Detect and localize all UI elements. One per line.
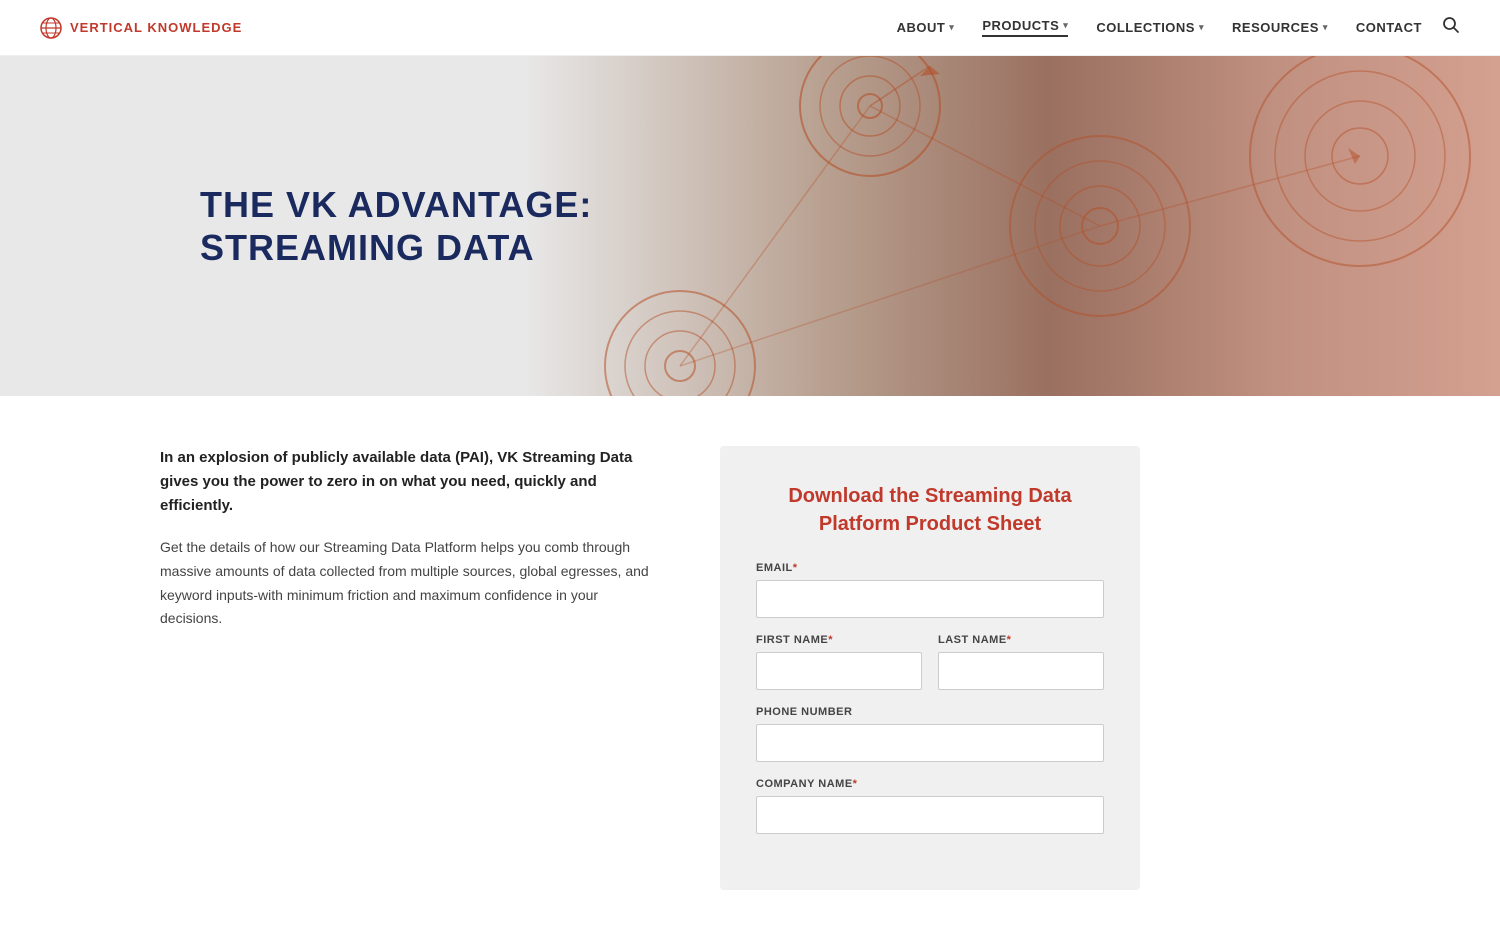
required-indicator: *	[1007, 634, 1012, 646]
nav-link-contact[interactable]: CONTACT	[1356, 20, 1422, 35]
form-group-first-name: FIRST NAME*	[756, 634, 922, 690]
form-row-name: FIRST NAME* LAST NAME*	[756, 634, 1104, 690]
chevron-down-icon: ▾	[1323, 22, 1328, 33]
nav-item-products[interactable]: PRODUCTS ▾	[982, 18, 1068, 37]
form-card: Download the Streaming Data Platform Pro…	[720, 446, 1140, 890]
nav-link-resources[interactable]: RESOURCES ▾	[1232, 20, 1328, 35]
form-group-last-name: LAST NAME*	[938, 634, 1104, 690]
email-label: EMAIL*	[756, 562, 1104, 574]
phone-label: PHONE NUMBER	[756, 706, 1104, 718]
chevron-down-icon: ▾	[949, 22, 954, 33]
nav-links: ABOUT ▾ PRODUCTS ▾ COLLECTIONS ▾ RESOURC…	[897, 18, 1422, 37]
phone-input[interactable]	[756, 724, 1104, 762]
hero-title: THE VK ADVANTAGE: STREAMING DATA	[200, 183, 592, 269]
required-indicator: *	[793, 562, 798, 574]
hero-content: THE VK ADVANTAGE: STREAMING DATA	[0, 183, 592, 269]
nav-item-collections[interactable]: COLLECTIONS ▾	[1096, 20, 1204, 35]
required-indicator: *	[853, 778, 858, 790]
nav-link-about[interactable]: ABOUT ▾	[897, 20, 955, 35]
nav-link-products[interactable]: PRODUCTS ▾	[982, 18, 1068, 37]
left-text-section: In an explosion of publicly available da…	[160, 446, 660, 631]
company-input[interactable]	[756, 796, 1104, 834]
last-name-input[interactable]	[938, 652, 1104, 690]
form-group-company: COMPANY NAME*	[756, 778, 1104, 834]
logo-text: VERTICAL KNOWLEDGE	[70, 20, 242, 35]
nav-item-contact[interactable]: CONTACT	[1356, 20, 1422, 35]
required-indicator: *	[828, 634, 833, 646]
form-title: Download the Streaming Data Platform Pro…	[756, 482, 1104, 538]
globe-icon	[40, 17, 62, 39]
search-icon[interactable]	[1442, 16, 1460, 39]
last-name-label: LAST NAME*	[938, 634, 1104, 646]
chevron-down-icon: ▾	[1199, 22, 1204, 33]
chevron-down-icon: ▾	[1063, 20, 1068, 31]
nav-link-collections[interactable]: COLLECTIONS ▾	[1096, 20, 1204, 35]
nav-item-about[interactable]: ABOUT ▾	[897, 20, 955, 35]
logo[interactable]: VERTICAL KNOWLEDGE	[40, 17, 242, 39]
intro-bold-text: In an explosion of publicly available da…	[160, 446, 660, 518]
main-content: In an explosion of publicly available da…	[0, 396, 1500, 940]
first-name-label: FIRST NAME*	[756, 634, 922, 646]
form-group-phone: PHONE NUMBER	[756, 706, 1104, 762]
form-group-email: EMAIL*	[756, 562, 1104, 618]
nav-item-resources[interactable]: RESOURCES ▾	[1232, 20, 1328, 35]
hero-section: THE VK ADVANTAGE: STREAMING DATA	[0, 56, 1500, 396]
intro-body-text: Get the details of how our Streaming Dat…	[160, 536, 660, 631]
company-label: COMPANY NAME*	[756, 778, 1104, 790]
navbar: VERTICAL KNOWLEDGE ABOUT ▾ PRODUCTS ▾ CO…	[0, 0, 1500, 56]
first-name-input[interactable]	[756, 652, 922, 690]
email-input[interactable]	[756, 580, 1104, 618]
